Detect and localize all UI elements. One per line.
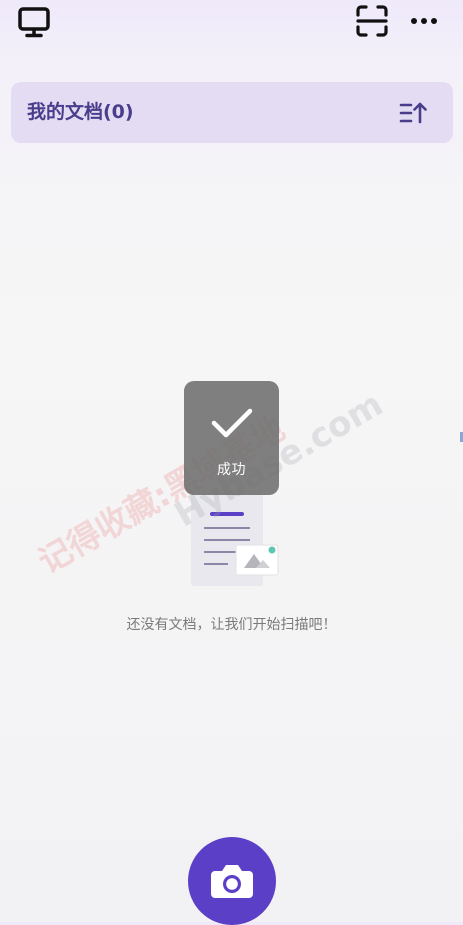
my-documents-title: 我的文档(0) bbox=[27, 101, 134, 123]
top-bar bbox=[0, 0, 463, 50]
check-icon bbox=[211, 408, 253, 438]
toast-text: 成功 bbox=[217, 462, 246, 478]
sort-icon[interactable] bbox=[397, 98, 429, 128]
camera-button[interactable] bbox=[188, 837, 276, 925]
empty-documents-illustration bbox=[186, 490, 281, 590]
my-documents-header: 我的文档(0) bbox=[11, 82, 453, 143]
empty-state-message: 还没有文档，让我们开始扫描吧！ bbox=[126, 617, 337, 633]
success-toast: 成功 bbox=[184, 381, 279, 495]
camera-icon bbox=[211, 865, 253, 898]
monitor-icon[interactable] bbox=[14, 4, 54, 40]
more-icon[interactable] bbox=[406, 4, 442, 38]
scan-icon[interactable] bbox=[352, 2, 392, 40]
